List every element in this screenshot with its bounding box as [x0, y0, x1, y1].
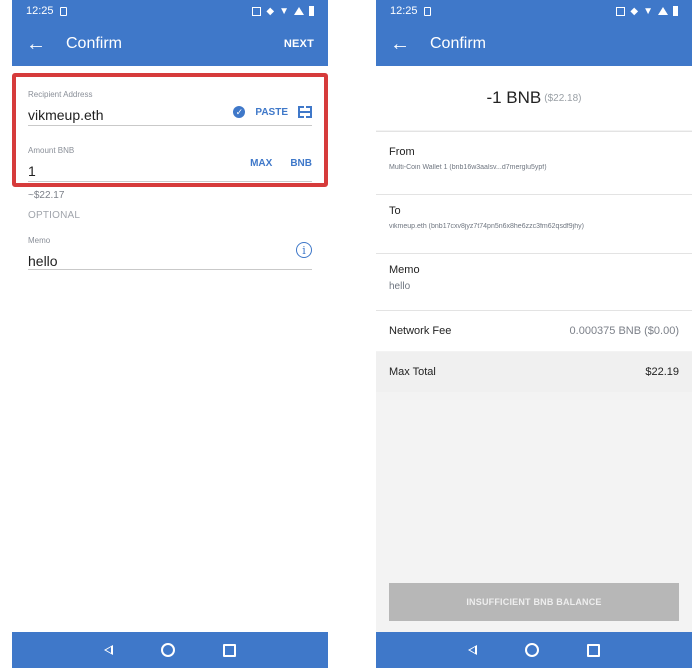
wifi-icon: ▼	[643, 5, 653, 17]
status-time: 12:25	[390, 5, 418, 17]
nav-home-icon[interactable]	[161, 643, 175, 657]
optional-label: OPTIONAL	[28, 210, 81, 221]
max-total-value: $22.19	[645, 366, 679, 378]
back-arrow-icon[interactable]: ←	[390, 33, 416, 56]
nav-back-icon[interactable]	[104, 645, 113, 655]
check-circle-icon: ✓	[233, 106, 246, 118]
page-title: Confirm	[66, 35, 123, 52]
app-bar: ← Confirm NEXT	[12, 22, 328, 66]
status-bar: 12:25 ◆ ▼	[376, 0, 692, 22]
recipient-actions: ✓ PASTE	[233, 106, 312, 118]
memo-value: hello	[389, 281, 411, 292]
nav-recent-icon[interactable]	[223, 643, 236, 657]
from-label: From	[389, 146, 415, 158]
back-arrow-icon[interactable]: ←	[26, 33, 52, 56]
insufficient-balance-button[interactable]: INSUFFICIENT BNB BALANCE	[389, 583, 679, 621]
recipient-address-label: Recipient Address	[28, 90, 93, 99]
max-button[interactable]: MAX	[250, 158, 272, 169]
nav-home-icon[interactable]	[525, 643, 539, 657]
nfc-icon	[252, 6, 262, 16]
wifi-icon: ▼	[279, 5, 289, 17]
amount-actions: MAX BNB	[250, 158, 312, 169]
phone-left-screen: 12:25 ◆ ▼ ← Confirm NEXT Recipient Addre…	[12, 0, 328, 668]
max-total-row: Max Total $22.19	[376, 352, 692, 392]
amount-main: -1 BNB	[486, 88, 542, 107]
currency-toggle-button[interactable]: BNB	[290, 158, 312, 169]
amount-underline	[28, 181, 312, 182]
status-icons: ◆ ▼	[252, 6, 314, 17]
nfc-icon	[616, 6, 626, 16]
sim-icon	[59, 6, 67, 16]
memo-field[interactable]: Memo hello i	[28, 236, 312, 276]
recipient-address-field[interactable]: Recipient Address vikmeup.eth ✓ PASTE	[28, 90, 312, 130]
paste-button[interactable]: PASTE	[255, 107, 288, 118]
amount-usd: ($22.18)	[544, 92, 582, 104]
next-button[interactable]: NEXT	[284, 38, 314, 50]
amount-label: Amount BNB	[28, 146, 75, 155]
memo-label: Memo	[389, 264, 420, 276]
from-value: Multi-Coin Wallet 1 (bnb16w3aalsv...d7me…	[389, 164, 547, 171]
amount-summary: -1 BNB ($22.18)	[376, 66, 692, 130]
nav-back-icon[interactable]	[468, 645, 477, 655]
network-fee-row: Network Fee 0.000375 BNB ($0.00)	[376, 311, 692, 351]
amount-field[interactable]: Amount BNB 1 MAX BNB	[28, 146, 312, 186]
memo-underline	[28, 269, 312, 270]
page-title: Confirm	[430, 35, 487, 52]
max-total-label: Max Total	[389, 366, 436, 378]
bell-icon: ◆	[630, 5, 639, 17]
qr-scan-icon[interactable]	[298, 106, 312, 118]
system-nav-bar	[376, 632, 692, 668]
signal-icon	[294, 7, 304, 15]
network-fee-label: Network Fee	[389, 325, 452, 337]
battery-icon	[309, 6, 314, 16]
sim-icon	[423, 6, 431, 16]
memo-label: Memo	[28, 236, 51, 245]
system-nav-bar	[12, 632, 328, 668]
nav-recent-icon[interactable]	[587, 643, 600, 657]
to-row: To vikmeup.eth (bnb17cxv8jyz7t74pn5n6x8h…	[376, 195, 692, 253]
to-value: vikmeup.eth (bnb17cxv8jyz7t74pn5n6x8he6z…	[389, 223, 584, 230]
to-label: To	[389, 205, 401, 217]
battery-icon	[673, 6, 678, 16]
bell-icon: ◆	[266, 5, 275, 17]
app-bar: ← Confirm	[376, 22, 692, 66]
memo-value[interactable]: hello	[28, 253, 312, 269]
signal-icon	[658, 7, 668, 15]
status-bar: 12:25 ◆ ▼	[12, 0, 328, 22]
status-icons: ◆ ▼	[616, 6, 678, 17]
network-fee-value: 0.000375 BNB ($0.00)	[569, 325, 679, 337]
from-row: From Multi-Coin Wallet 1 (bnb16w3aalsv..…	[376, 132, 692, 194]
phone-right-screen: 12:25 ◆ ▼ ← Confirm -1 BNB ($22.18) From…	[376, 0, 692, 668]
memo-row: Memo hello	[376, 254, 692, 310]
recipient-underline	[28, 125, 312, 126]
info-icon[interactable]: i	[296, 242, 312, 258]
usd-estimate: ~$22.17	[28, 190, 65, 201]
status-time: 12:25	[26, 5, 54, 17]
